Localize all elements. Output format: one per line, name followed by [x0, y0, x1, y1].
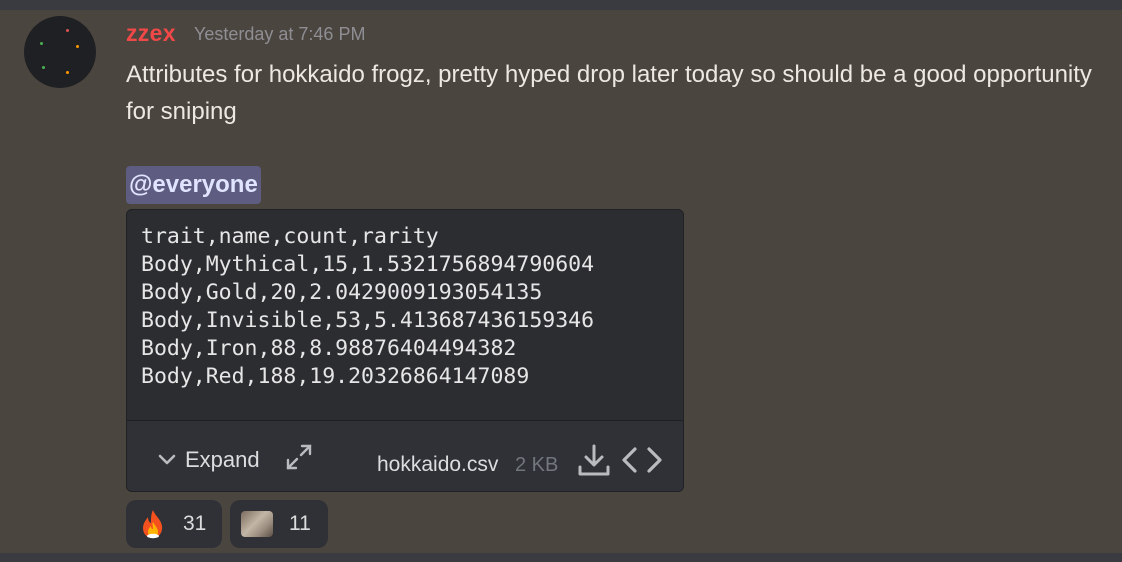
- reaction-count: 11: [289, 512, 311, 535]
- file-preview: trait,name,count,rarity Body,Mythical,15…: [141, 223, 594, 391]
- file-size: 2 KB: [515, 454, 559, 476]
- code-line: Body,Gold,20,2.0429009193054135: [141, 280, 543, 305]
- avatar-dot: [40, 42, 43, 45]
- code-line: Body,Iron,88,8.98876404494382: [141, 336, 517, 361]
- reaction-custom[interactable]: 11: [230, 500, 328, 548]
- avatar-dot: [76, 45, 79, 48]
- code-line: Body,Invisible,53,5.413687436159346: [141, 308, 595, 333]
- avatar-dot: [66, 29, 69, 32]
- expand-label: Expand: [185, 447, 260, 472]
- fire-emoji: [143, 510, 163, 539]
- username[interactable]: zzex: [126, 20, 176, 47]
- file-name-link[interactable]: hokkaido.csv: [377, 453, 498, 477]
- custom-image-emoji: [241, 511, 273, 537]
- download-icon[interactable]: [577, 443, 611, 477]
- code-line: Body,Red,188,19.20326864147089: [141, 364, 530, 389]
- code-icon[interactable]: [621, 445, 663, 475]
- expand-button[interactable]: Expand: [157, 445, 260, 475]
- reaction-fire[interactable]: 31: [126, 500, 222, 548]
- timestamp: Yesterday at 7:46 PM: [194, 24, 366, 44]
- avatar-dot: [42, 66, 45, 69]
- attachment-footer: Expand hokkaido.csv 2 KB: [127, 420, 683, 491]
- code-line: trait,name,count,rarity: [141, 224, 439, 249]
- top-divider: [0, 0, 1122, 10]
- mention-everyone[interactable]: @everyone: [126, 166, 261, 204]
- file-attachment: trait,name,count,rarity Body,Mythical,15…: [126, 209, 684, 492]
- avatar[interactable]: [24, 16, 96, 88]
- message-text: Attributes for hokkaido frogz, pretty hy…: [126, 61, 1092, 125]
- bottom-divider: [0, 553, 1122, 562]
- code-line: Body,Mythical,15,1.5321756894790604: [141, 252, 595, 277]
- reaction-count: 31: [183, 512, 207, 535]
- expand-arrows-icon[interactable]: [285, 443, 313, 471]
- avatar-dot: [66, 71, 69, 74]
- chevron-down-icon: [158, 454, 176, 465]
